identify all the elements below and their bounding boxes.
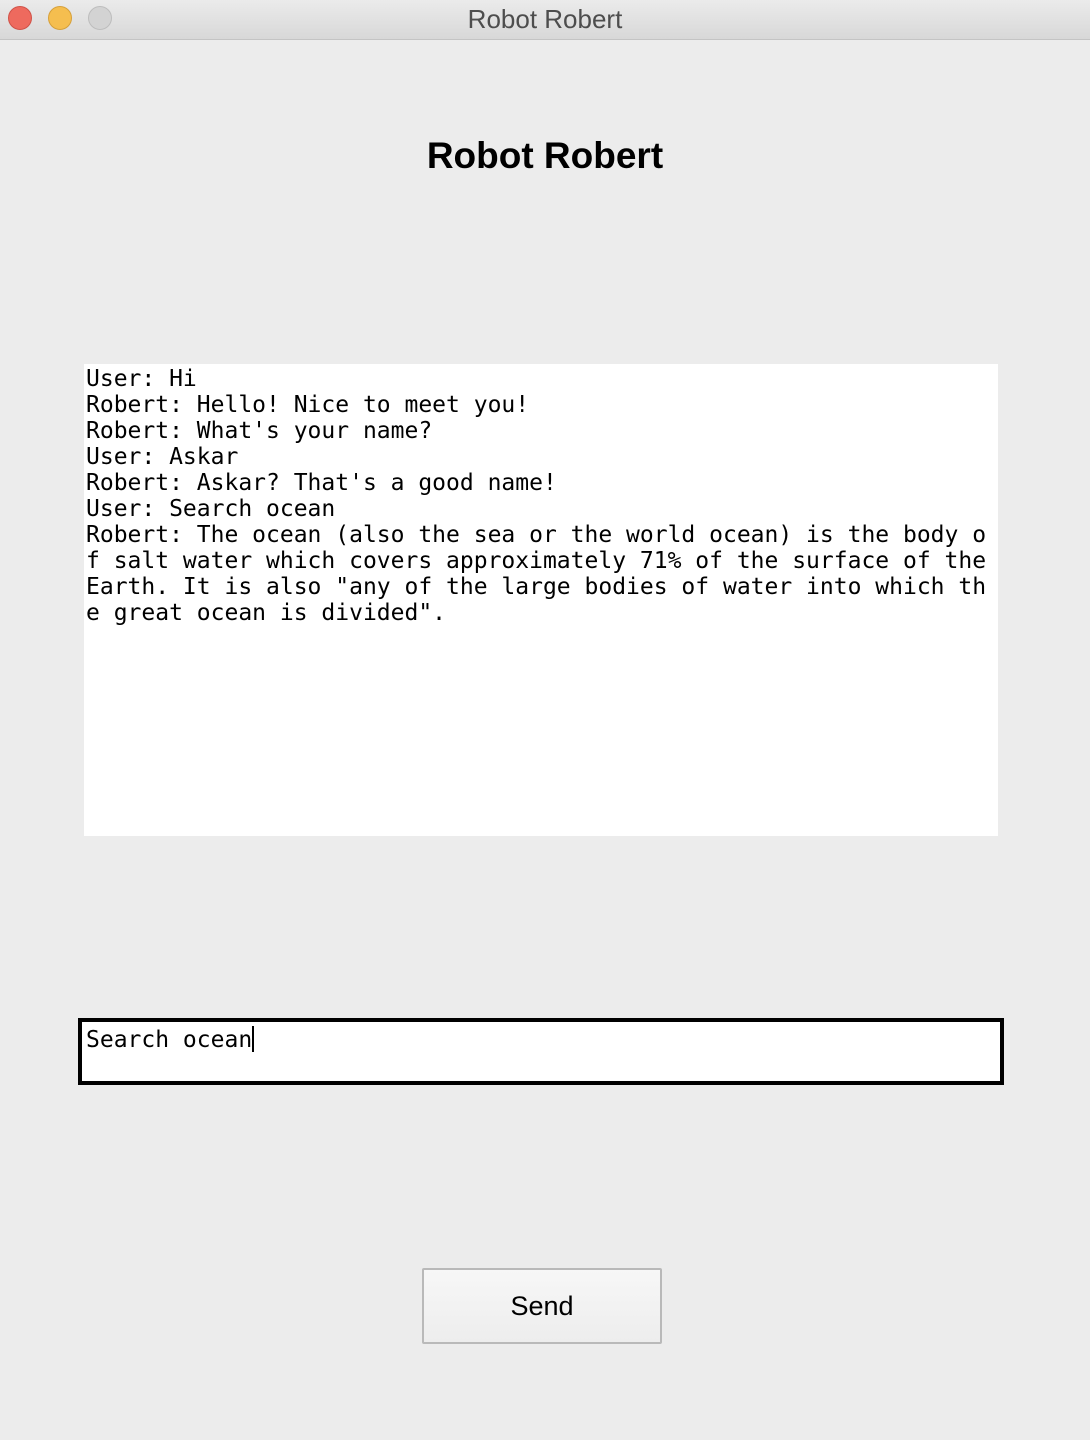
chat-log[interactable]: User: Hi Robert: Hello! Nice to meet you…	[84, 364, 998, 836]
message-input[interactable]: Search ocean	[78, 1018, 1004, 1085]
chat-message: Robert: What's your name?	[86, 418, 433, 444]
text-caret	[252, 1026, 255, 1052]
chat-message: User: Askar	[86, 444, 239, 470]
page-title: Robot Robert	[426, 135, 664, 176]
app-window: Robot Robert Robot Robert User: Hi Rober…	[0, 0, 1090, 1440]
chat-message: User: Hi	[86, 366, 197, 392]
title-bar[interactable]: Robot Robert	[0, 0, 1090, 40]
send-button[interactable]: Send	[422, 1268, 662, 1344]
chat-message: Robert: Hello! Nice to meet you!	[86, 392, 530, 418]
window-title: Robot Robert	[467, 4, 623, 34]
chat-message: Robert: Askar? That's a good name!	[86, 470, 557, 496]
chat-message: Robert: The ocean (also the sea or the w…	[86, 522, 987, 626]
message-input-text: Search ocean	[86, 1027, 253, 1053]
chat-message: User: Search ocean	[86, 496, 336, 522]
